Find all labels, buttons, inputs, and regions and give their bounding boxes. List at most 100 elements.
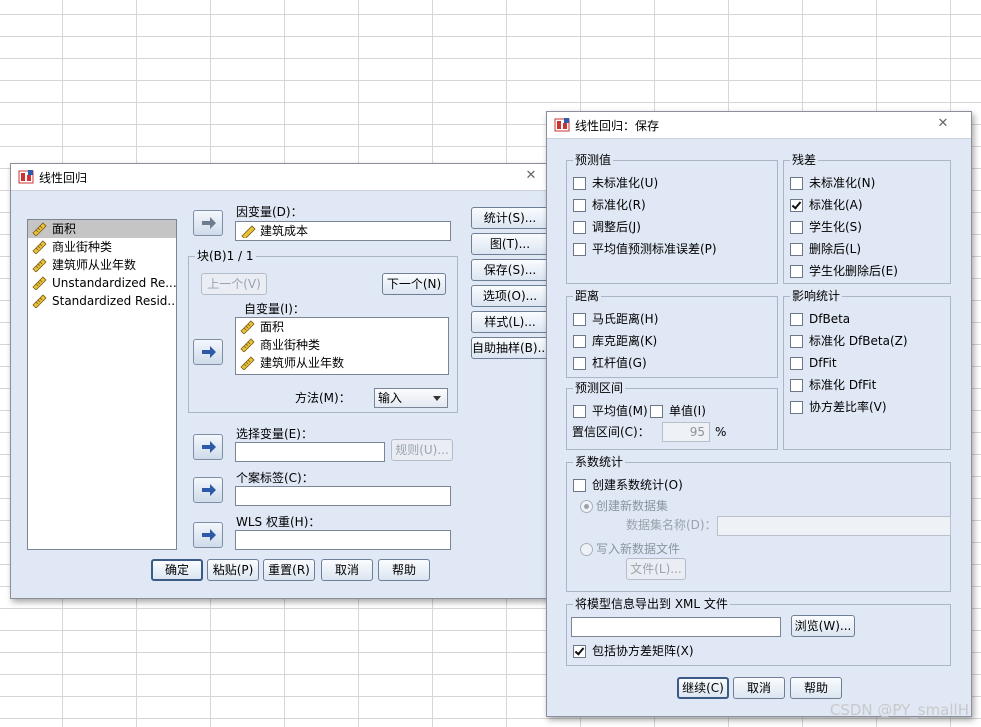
source-variable-item[interactable]: 商业街种类	[28, 238, 176, 256]
help-button[interactable]: 帮助	[378, 559, 430, 581]
save-button[interactable]: 保存(S)...	[471, 259, 549, 281]
residual-checkbox-4[interactable]: 删除后(L)	[790, 240, 861, 258]
checkbox-box	[790, 401, 803, 414]
file-button[interactable]: 文件(L)...	[626, 558, 686, 580]
independent-variable-item[interactable]: 建筑师从业年数	[236, 354, 448, 372]
wls-weight-field[interactable]	[235, 530, 451, 550]
checkbox-box	[573, 335, 586, 348]
predicted-checkbox-3[interactable]: 调整后(J)	[573, 218, 641, 236]
residuals-title: 残差	[790, 153, 819, 167]
checkbox-box	[790, 357, 803, 370]
checkbox-label: 标准化 DfBeta(Z)	[809, 334, 908, 348]
paste-button[interactable]: 粘贴(P)	[207, 559, 259, 581]
previous-block-button[interactable]: 上一个(V)	[201, 273, 267, 295]
browse-button[interactable]: 浏览(W)...	[791, 615, 855, 637]
influence-title: 影响统计	[790, 289, 843, 303]
move-to-dependent-button[interactable]	[193, 210, 223, 236]
dependent-field[interactable]: 建筑成本	[235, 221, 451, 241]
predicted-checkbox-4[interactable]: 平均值预测标准误差(P)	[573, 240, 717, 258]
residual-checkbox-2[interactable]: 标准化(A)	[790, 196, 863, 214]
influence-checkbox-3[interactable]: DfFit	[790, 354, 837, 372]
influence-checkbox-4[interactable]: 标准化 DfFit	[790, 376, 876, 394]
options-button[interactable]: 选项(O)...	[471, 285, 549, 307]
distance-checkbox-3[interactable]: 杠杆值(G)	[573, 354, 647, 372]
selection-variable-field[interactable]	[235, 442, 385, 462]
independent-variable-item[interactable]: 商业街种类	[236, 336, 448, 354]
checkbox-box	[790, 379, 803, 392]
move-to-case-label-button[interactable]	[193, 477, 223, 503]
case-label-label: 个案标签(C)：	[236, 471, 314, 485]
create-coefficient-statistics-checkbox[interactable]: 创建系数统计(O)	[573, 476, 683, 494]
influence-checkbox-5[interactable]: 协方差比率(V)	[790, 398, 887, 416]
scale-variable-icon	[241, 225, 256, 238]
checkbox-box	[790, 221, 803, 234]
close-icon[interactable]: ✕	[516, 168, 546, 184]
residual-checkbox-3[interactable]: 学生化(S)	[790, 218, 862, 236]
title-bar[interactable]: 线性回归 ✕	[11, 164, 565, 191]
scale-variable-icon	[32, 294, 47, 308]
confidence-interval-field[interactable]: 95	[662, 422, 710, 442]
right-arrow-icon	[202, 484, 216, 496]
independent-variable-list[interactable]: 面积商业街种类建筑师从业年数	[235, 317, 449, 375]
residual-checkbox-1[interactable]: 未标准化(N)	[790, 174, 875, 192]
method-value: 输入	[378, 391, 403, 405]
reset-button[interactable]: 重置(R)	[263, 559, 315, 581]
variable-name: 面积	[260, 320, 285, 334]
bootstrap-button[interactable]: 自助抽样(B)...	[471, 337, 549, 359]
checkbox-label: 标准化(R)	[592, 198, 646, 212]
save-title-bar[interactable]: 线性回归：保存 ✕	[547, 112, 971, 139]
rule-button[interactable]: 规则(U)...	[391, 439, 453, 461]
spss-app-icon	[18, 170, 34, 184]
checkbox-label: 学生化(S)	[809, 220, 862, 234]
move-to-selection-button[interactable]	[193, 434, 223, 460]
distances-title: 距离	[573, 289, 602, 303]
move-to-wls-button[interactable]	[193, 522, 223, 548]
cancel-button[interactable]: 取消	[321, 559, 373, 581]
predicted-checkbox-2[interactable]: 标准化(R)	[573, 196, 646, 214]
new-dataset-radio[interactable]: 创建新数据集	[580, 497, 668, 515]
coefficient-statistics-title: 系数统计	[573, 455, 626, 469]
ok-button[interactable]: 确定	[151, 559, 203, 581]
watermark: CSDN @PY_smallH	[829, 701, 969, 719]
source-variable-item[interactable]: 建筑师从业年数	[28, 256, 176, 274]
dataset-name-field[interactable]	[717, 516, 951, 536]
save-help-button[interactable]: 帮助	[790, 677, 842, 699]
xml-file-path-field[interactable]	[571, 617, 781, 637]
mean-interval-checkbox[interactable]: 平均值(M)	[573, 402, 648, 420]
independent-variable-item[interactable]: 面积	[236, 318, 448, 336]
scale-variable-icon	[32, 240, 47, 254]
source-variable-item[interactable]: Unstandardized Re...	[28, 274, 176, 292]
case-label-field[interactable]	[235, 486, 451, 506]
predicted-checkbox-1[interactable]: 未标准化(U)	[573, 174, 658, 192]
save-cancel-button[interactable]: 取消	[733, 677, 785, 699]
influence-checkbox-1[interactable]: DfBeta	[790, 310, 850, 328]
checkbox-label: 未标准化(N)	[809, 176, 876, 190]
variable-name: 建筑师从业年数	[52, 258, 137, 272]
move-to-independent-button[interactable]	[193, 339, 223, 365]
checkbox-label: 杠杆值(G)	[592, 356, 647, 370]
source-variable-item[interactable]: Standardized Resid...	[28, 292, 176, 310]
independent-label: 自变量(I)：	[244, 302, 305, 316]
xml-export-title: 将模型信息导出到 XML 文件	[573, 597, 730, 611]
variable-name: 建筑师从业年数	[260, 356, 345, 370]
source-variable-item[interactable]: 面积	[28, 220, 176, 238]
next-block-button[interactable]: 下一个(N)	[382, 273, 446, 295]
residual-checkbox-5[interactable]: 学生化删除后(E)	[790, 262, 898, 280]
write-new-file-radio[interactable]: 写入新数据文件	[580, 540, 680, 558]
style-button[interactable]: 样式(L)...	[471, 311, 549, 333]
method-dropdown[interactable]: 输入	[374, 388, 448, 408]
source-variable-list[interactable]: 面积商业街种类建筑师从业年数 Unstandardized Re... Standa…	[27, 219, 177, 550]
checkbox-label: 未标准化(U)	[592, 176, 659, 190]
continue-button[interactable]: 继续(C)	[677, 677, 729, 699]
individual-interval-checkbox[interactable]: 单值(I)	[650, 402, 706, 420]
distance-checkbox-1[interactable]: 马氏距离(H)	[573, 310, 658, 328]
checkbox-box	[790, 265, 803, 278]
chevron-down-icon	[433, 396, 441, 401]
statistics-button[interactable]: 统计(S)...	[471, 207, 549, 229]
include-covariance-matrix-checkbox[interactable]: 包括协方差矩阵(X)	[573, 642, 694, 660]
plots-button[interactable]: 图(T)...	[471, 233, 549, 255]
influence-checkbox-2[interactable]: 标准化 DfBeta(Z)	[790, 332, 908, 350]
close-icon[interactable]: ✕	[928, 116, 958, 132]
distance-checkbox-2[interactable]: 库克距离(K)	[573, 332, 657, 350]
variable-name: 面积	[52, 222, 77, 236]
